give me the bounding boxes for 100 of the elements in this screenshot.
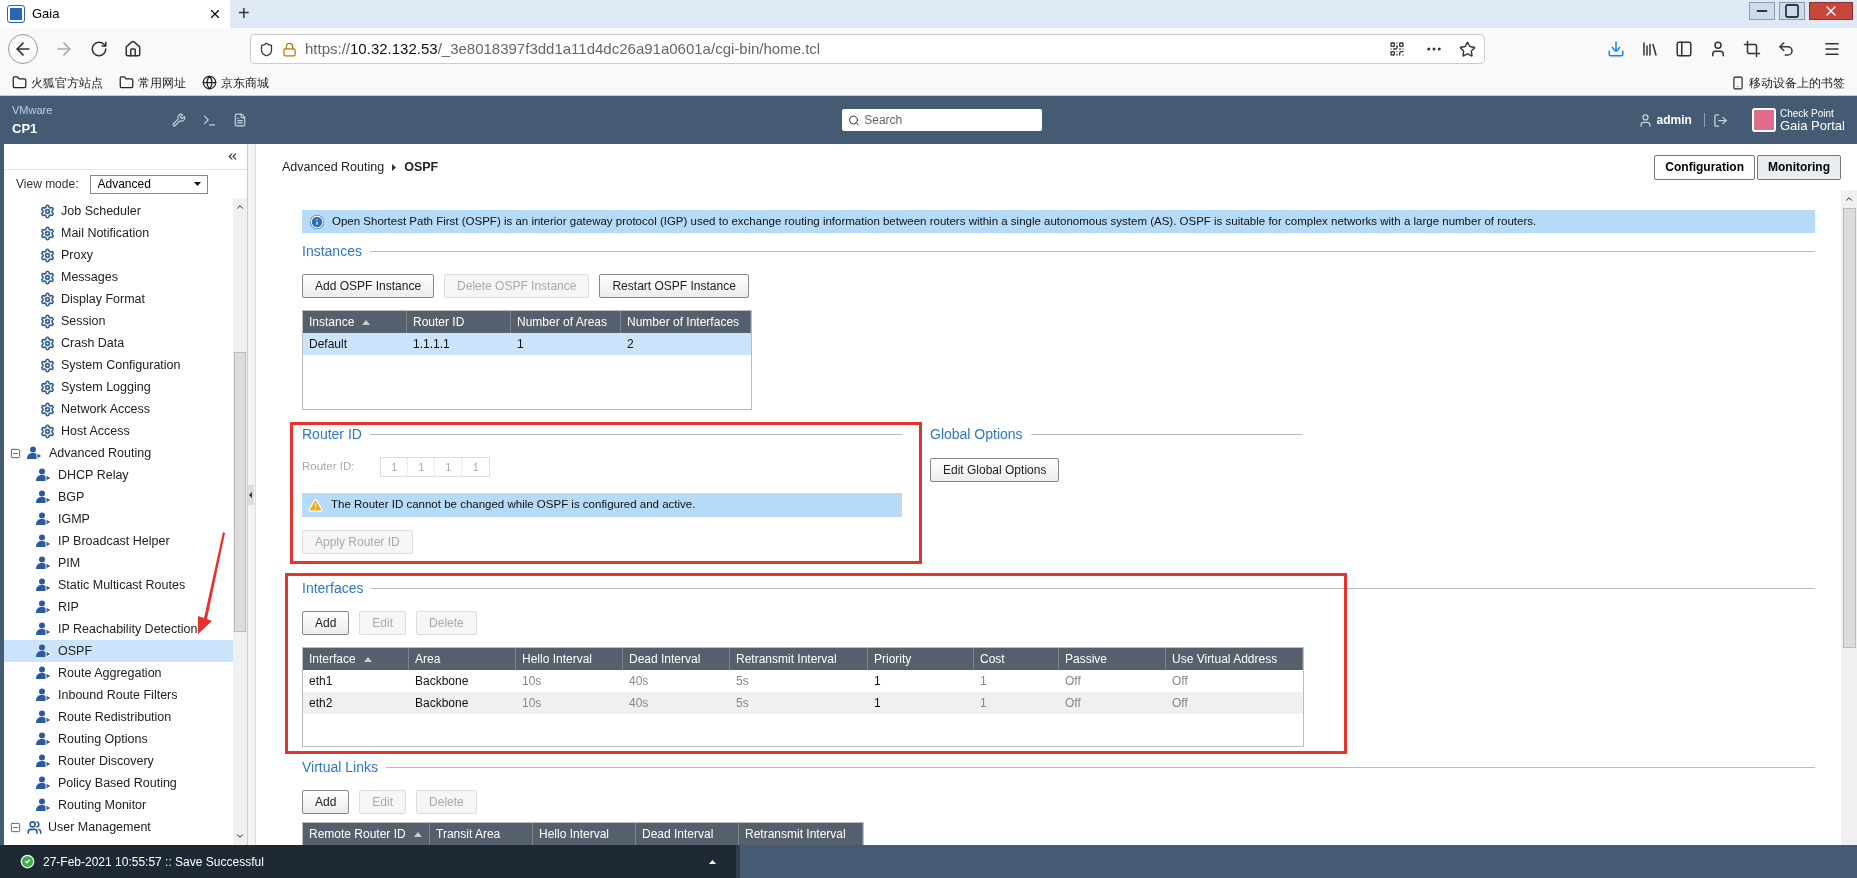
router-user-icon: [36, 578, 52, 592]
table-cell-text: Off: [1172, 695, 1188, 712]
sidebar-item[interactable]: Job Scheduler: [4, 200, 233, 222]
sidebar-item[interactable]: PIM: [4, 552, 233, 574]
sidebar-item[interactable]: Inbound Route Filters: [4, 684, 233, 706]
account-icon[interactable]: [1709, 40, 1727, 58]
table-cell-text: 1: [517, 336, 524, 353]
action-button[interactable]: Edit Global Options: [930, 458, 1060, 482]
sidebar-item[interactable]: Network Access: [4, 398, 233, 420]
sidebar-item[interactable]: Messages: [4, 266, 233, 288]
sidebar-item[interactable]: IGMP: [4, 508, 233, 530]
lock-warning-icon: [282, 41, 297, 57]
sidebar-item[interactable]: DHCP Relay: [4, 464, 233, 486]
logo-line: Gaia Portal: [1779, 120, 1845, 132]
library-icon[interactable]: [1641, 40, 1659, 58]
action-button[interactable]: Add: [302, 790, 350, 814]
action-button[interactable]: Restart OSPF Instance: [599, 274, 749, 298]
bookmark-link[interactable]: 移动设备上的书签: [1731, 73, 1845, 92]
sidebar-item[interactable]: Mail Notification: [4, 222, 233, 244]
bookmark-link[interactable]: 常用网址: [119, 73, 186, 92]
maximize-icon[interactable]: [1779, 2, 1805, 20]
gear-icon: [40, 291, 55, 307]
sidebar-icon[interactable]: [1675, 40, 1693, 58]
folder-icon: [12, 75, 27, 90]
breadcrumb-link[interactable]: Advanced Routing: [282, 157, 385, 177]
view-tab[interactable]: Monitoring: [1757, 154, 1841, 180]
action-button[interactable]: Add: [302, 611, 350, 635]
sidebar-item[interactable]: System Logging: [4, 376, 233, 398]
sidebar-item[interactable]: Router Discovery: [4, 750, 233, 772]
url-field[interactable]: https://10.32.132.53/_3e8018397f3dd1a11d4dc26a91a0601a/cgi-bin/home.tcl: [250, 34, 1485, 64]
sidebar-item[interactable]: Crash Data: [4, 332, 233, 354]
search-field[interactable]: Search: [842, 109, 1043, 131]
users-icon: [27, 819, 42, 835]
table-row[interactable]: eth2 Backbone 10s 40s 5s 1 1 Off Off: [303, 692, 1303, 714]
sidebar-item[interactable]: System Configuration: [4, 354, 233, 376]
reload-icon[interactable]: [90, 40, 108, 58]
wrench-icon[interactable]: [172, 113, 186, 127]
view-mode-select[interactable]: Advanced: [90, 174, 209, 194]
sidebar-item[interactable]: Route Aggregation: [4, 662, 233, 684]
user-icon: [1637, 112, 1653, 128]
scrollbar[interactable]: [233, 198, 247, 845]
close-window-icon[interactable]: [1809, 2, 1853, 20]
table-row[interactable]: Default 1.1.1.1 1 2: [303, 333, 751, 355]
download-icon[interactable]: [1607, 40, 1625, 58]
table-cell-text: 40s: [629, 695, 649, 712]
router-user-icon: [36, 666, 52, 680]
user-name[interactable]: admin: [1656, 111, 1692, 129]
sidebar-item[interactable]: Static Multicast Routes: [4, 574, 233, 596]
sidebar-item[interactable]: IP Reachability Detection: [4, 618, 233, 640]
bookmark-link[interactable]: 火狐官方站点: [12, 73, 103, 92]
sidebar-item[interactable]: Proxy: [4, 244, 233, 266]
sidebar-item[interactable]: IP Broadcast Helper: [4, 530, 233, 552]
sidebar-item[interactable]: Policy Based Routing: [4, 772, 233, 794]
sidebar-item[interactable]: Display Format: [4, 288, 233, 310]
bookmark-link[interactable]: 京东商城: [202, 73, 269, 92]
action-button[interactable]: Add OSPF Instance: [302, 274, 435, 298]
search-input[interactable]: Search: [864, 111, 1037, 129]
document-icon[interactable]: [233, 113, 247, 127]
home-icon[interactable]: [124, 40, 142, 58]
sidebar-item[interactable]: Session: [4, 310, 233, 332]
expand-up-icon[interactable]: [709, 859, 716, 864]
qr-code-icon[interactable]: [1389, 41, 1405, 57]
gear-icon: [40, 357, 55, 373]
globe-icon: [202, 75, 217, 90]
sidebar-item[interactable]: BGP: [4, 486, 233, 508]
table-cell-text: 1.1.1.1: [413, 336, 450, 353]
router-user-icon: [27, 446, 43, 460]
new-tab-button[interactable]: +: [230, 0, 258, 28]
sort-icon: [363, 656, 372, 662]
menu-icon[interactable]: [1823, 40, 1841, 58]
sidebar-item[interactable]: RIP: [4, 596, 233, 618]
sidebar-item[interactable]: Routing Options: [4, 728, 233, 750]
gear-icon: [40, 379, 55, 395]
sidebar-item[interactable]: Host Access: [4, 420, 233, 442]
table-cell-text: eth2: [309, 695, 333, 712]
scroll-down-icon[interactable]: [235, 831, 245, 841]
sidebar-item[interactable]: Routing Monitor: [4, 794, 233, 816]
sidebar-item[interactable]: OSPF: [4, 640, 233, 662]
collapse-icon[interactable]: [10, 447, 21, 459]
logout-icon[interactable]: [1712, 112, 1728, 128]
gear-icon: [40, 225, 55, 241]
sidebar-item[interactable]: Route Redistribution: [4, 706, 233, 728]
splitter-handle-icon[interactable]: [248, 484, 254, 505]
scroll-up-icon[interactable]: [235, 202, 245, 212]
minimize-icon[interactable]: [1749, 2, 1775, 20]
scrollbar[interactable]: [1841, 190, 1857, 845]
collapse-sidebar-icon[interactable]: [226, 150, 239, 163]
undo-icon[interactable]: [1777, 40, 1795, 58]
close-icon[interactable]: [208, 7, 222, 21]
sidebar-item[interactable]: User Management: [4, 816, 233, 838]
sidebar-item[interactable]: Advanced Routing: [4, 442, 233, 464]
scroll-up-icon[interactable]: [1844, 194, 1854, 204]
terminal-icon[interactable]: [202, 112, 217, 128]
collapse-icon[interactable]: [10, 821, 21, 833]
view-tab[interactable]: Configuration: [1654, 154, 1755, 180]
bookmark-star-icon[interactable]: [1459, 40, 1476, 58]
crop-icon[interactable]: [1743, 40, 1761, 58]
site-icon: [8, 6, 24, 22]
browser-tab[interactable]: Gaia: [0, 0, 230, 28]
gear-icon: [40, 247, 55, 263]
